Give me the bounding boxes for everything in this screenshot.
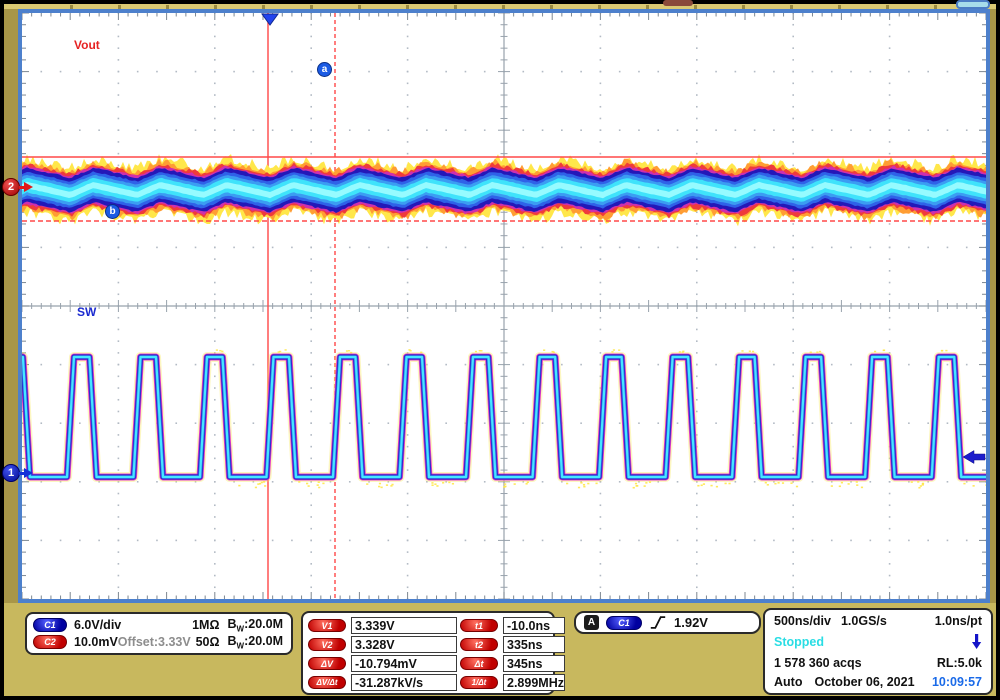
trigger-mode: Auto	[774, 675, 802, 689]
trigger-position-icon[interactable]	[262, 14, 278, 25]
time-value: 10:09:57	[932, 675, 982, 689]
trigger-level-value: 1.92V	[674, 615, 708, 630]
cursor-b-handle[interactable]: b	[105, 204, 120, 219]
delta-v-value: -10.794mV	[351, 655, 457, 672]
channel2-offset: Offset:3.33V	[118, 635, 191, 649]
sw-waveform-label: SW	[77, 305, 96, 319]
t2-value: 335ns	[503, 636, 565, 653]
channel1-impedance: 1MΩ	[178, 618, 220, 632]
trigger-source-badge: C1	[606, 616, 642, 630]
t2-badge: t2	[460, 638, 498, 651]
resolution-value: 1.0ns/pt	[935, 614, 982, 628]
oscilloscope-screen: Vout SW a b 2 1 C1 6.0V/div 1MΩ BW:20.0M…	[0, 0, 1000, 700]
vout-waveform-label: Vout	[74, 38, 100, 52]
down-arrow-icon	[971, 633, 982, 650]
v1-value: 3.339V	[351, 617, 457, 634]
waveform-display-area[interactable]	[18, 9, 990, 603]
timebase-row: 500ns/div 1.0GS/s 1.0ns/pt	[774, 614, 982, 628]
bezel-tab-brown	[663, 0, 693, 6]
timebase-value: 500ns/div	[774, 614, 831, 628]
inv-dt-badge: 1/Δt	[460, 676, 498, 689]
cursor-a-handle[interactable]: a	[317, 62, 332, 77]
channel1-settings-row[interactable]: C1 6.0V/div 1MΩ BW:20.0M	[33, 617, 283, 634]
channel2-scale: 10.0mV	[74, 635, 118, 649]
graticule-grid	[22, 13, 986, 599]
delta-t-value: 345ns	[503, 655, 565, 672]
acquisition-count-row: 1 578 360 acqs RL:5.0k	[774, 656, 982, 670]
bezel-right-strip	[990, 9, 996, 603]
channel-settings-panel[interactable]: C1 6.0V/div 1MΩ BW:20.0M C2 10.0mV Offse…	[25, 612, 293, 655]
cursor-readout-panel[interactable]: V1 3.339V t1 -10.0ns V2 3.328V t2 335ns …	[301, 611, 555, 695]
waveform-canvas[interactable]	[22, 13, 986, 599]
delta-t-badge: Δt	[460, 657, 498, 670]
rising-edge-slope-icon	[649, 615, 667, 630]
trigger-mode-date-row: Auto October 06, 2021 10:09:57	[774, 675, 982, 689]
trigger-settings-panel[interactable]: A C1 1.92V	[574, 611, 761, 634]
channel2-position-badge[interactable]: 2	[2, 178, 20, 196]
channel2-bandwidth: BW:20.0M	[228, 634, 284, 651]
record-length: RL:5.0k	[937, 656, 982, 670]
sample-rate-value: 1.0GS/s	[841, 614, 887, 628]
trigger-a-badge: A	[584, 615, 599, 630]
channel1-arrow-icon	[24, 468, 33, 478]
v2-badge: V2	[308, 638, 346, 651]
channel2-settings-row[interactable]: C2 10.0mV Offset:3.33V 50Ω BW:20.0M	[33, 634, 283, 651]
channel1-badge[interactable]: C1	[33, 618, 67, 632]
dv-dt-value: -31.287kV/s	[351, 674, 457, 691]
channel1-scale: 6.0V/div	[74, 618, 136, 632]
t1-value: -10.0ns	[503, 617, 565, 634]
channel1-bandwidth: BW:20.0M	[228, 617, 284, 634]
inv-dt-value: 2.899MHz	[503, 674, 565, 691]
t1-badge: t1	[460, 619, 498, 632]
acquisition-count: 1 578 360 acqs	[774, 656, 862, 670]
bottom-border	[0, 696, 1000, 700]
v1-badge: V1	[308, 619, 346, 632]
channel2-arrow-icon	[24, 182, 33, 192]
bezel-tab-cyan	[956, 0, 990, 9]
acquisition-status: Stopped	[774, 635, 824, 649]
bezel-left-strip	[4, 9, 18, 603]
date-value: October 06, 2021	[814, 675, 914, 689]
horizontal-acquisition-panel[interactable]: 500ns/div 1.0GS/s 1.0ns/pt Stopped 1 578…	[763, 608, 993, 695]
channel2-badge[interactable]: C2	[33, 635, 67, 649]
channel2-impedance: 50Ω	[191, 635, 220, 649]
v2-value: 3.328V	[351, 636, 457, 653]
acquisition-status-row: Stopped	[774, 633, 982, 650]
delta-v-badge: ΔV	[308, 657, 346, 670]
channel1-position-badge[interactable]: 1	[2, 464, 20, 482]
dv-dt-badge: ΔV/Δt	[308, 676, 346, 689]
trigger-level-icon[interactable]	[963, 451, 985, 464]
